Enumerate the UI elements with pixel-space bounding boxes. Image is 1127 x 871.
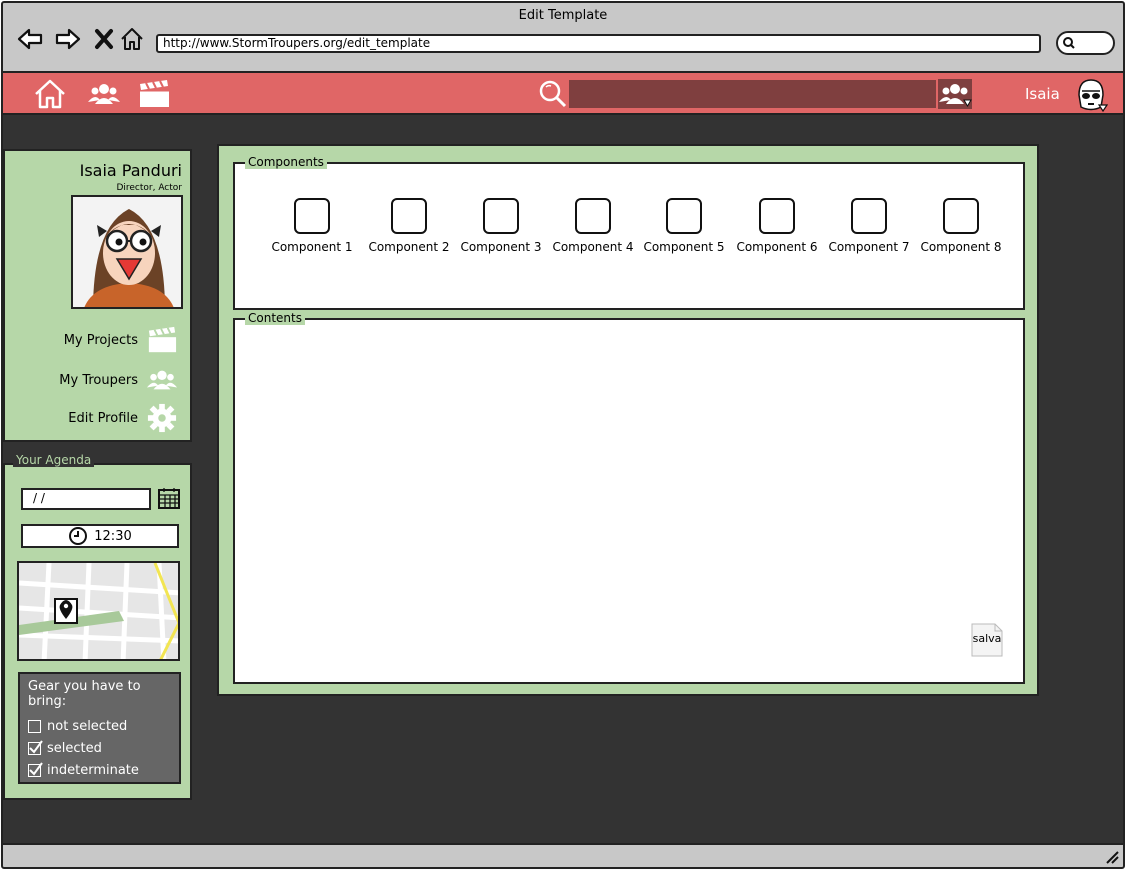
components-fieldset: Components Component 1 Component 2 Compo… (233, 155, 1025, 310)
window-title: Edit Template (518, 8, 608, 23)
home-nav-icon[interactable] (117, 25, 147, 53)
component-3[interactable]: Component 3 (456, 198, 546, 254)
component-box (666, 198, 702, 234)
users-icon (146, 370, 178, 390)
gear-item-label: selected (47, 740, 102, 756)
component-7[interactable]: Component 7 (824, 198, 914, 254)
agenda-legend: Your Agenda (13, 453, 95, 467)
component-label: Component 1 (271, 240, 353, 254)
component-box (851, 198, 887, 234)
edit-profile-label: Edit Profile (68, 410, 138, 426)
component-label: Component 8 (920, 240, 1002, 254)
component-box (575, 198, 611, 234)
component-label: Component 6 (736, 240, 818, 254)
profile-photo (71, 195, 183, 309)
component-label: Component 4 (552, 240, 634, 254)
home-icon[interactable] (33, 78, 67, 110)
users-dropdown-icon (939, 84, 972, 107)
clock-icon (69, 527, 88, 545)
stop-icon[interactable] (89, 25, 119, 53)
profile-role: Director, Actor (116, 183, 182, 193)
url-input[interactable]: http://www.StormTroupers.org/edit_templa… (156, 34, 1041, 53)
gear-title: Gear you have to bring: (28, 679, 141, 709)
my-projects-link[interactable]: My Projects (64, 325, 178, 355)
my-troupers-link[interactable]: My Troupers (59, 365, 178, 395)
map-pin-icon (54, 598, 78, 624)
forward-icon[interactable] (53, 25, 83, 53)
checkbox-unchecked[interactable] (28, 719, 41, 733)
profile-name: Isaia Panduri (79, 161, 182, 180)
browser-search[interactable] (1056, 31, 1115, 55)
gear-checklist: Gear you have to bring: not selected sel… (18, 672, 181, 784)
contents-fieldset[interactable]: Contents salva (233, 311, 1025, 684)
component-4[interactable]: Component 4 (548, 198, 638, 254)
gear-icon (147, 403, 177, 433)
checkbox-checked[interactable] (28, 761, 43, 777)
component-8[interactable]: Component 8 (916, 198, 1006, 254)
components-legend: Components (245, 155, 327, 169)
search-input[interactable] (569, 80, 936, 108)
component-2[interactable]: Component 2 (364, 198, 454, 254)
gear-item-indeterminate[interactable]: indeterminate (28, 759, 171, 781)
user-avatar-icon[interactable] (1074, 77, 1109, 113)
my-troupers-label: My Troupers (59, 372, 138, 388)
template-editor: Components Component 1 Component 2 Compo… (217, 144, 1039, 696)
projects-clapper-icon[interactable] (137, 78, 171, 110)
date-input[interactable]: / / (21, 488, 151, 510)
gear-item-selected[interactable]: selected (28, 737, 171, 759)
gear-item-label: not selected (47, 718, 128, 734)
time-input[interactable]: 12:30 (21, 524, 179, 548)
component-label: Component 3 (460, 240, 542, 254)
status-bar (3, 843, 1123, 867)
component-label: Component 5 (643, 240, 725, 254)
agenda-panel: / / 12:30 Gear you have to bring: not se… (3, 463, 192, 800)
component-box (943, 198, 979, 234)
clapper-icon (148, 326, 177, 353)
component-box (759, 198, 795, 234)
component-box (294, 198, 330, 234)
back-icon[interactable] (15, 25, 45, 53)
location-map[interactable] (17, 561, 180, 661)
search-icon[interactable] (535, 78, 569, 110)
resize-handle-icon[interactable] (1103, 848, 1119, 864)
profile-panel: Isaia Panduri Director, Actor My Project… (3, 149, 192, 442)
component-box (391, 198, 427, 234)
browser-titlebar: Edit Template http://www.StormTroupers.o… (3, 3, 1123, 73)
my-projects-label: My Projects (63, 332, 138, 348)
user-menu-button[interactable] (938, 79, 972, 109)
browser-window: Edit Template http://www.StormTroupers.o… (1, 1, 1125, 869)
save-button[interactable]: salva (969, 622, 1005, 658)
gear-item-not-selected[interactable]: not selected (28, 715, 171, 737)
app-header: Isaia (3, 73, 1123, 115)
time-value: 12:30 (94, 528, 132, 544)
component-5[interactable]: Component 5 (639, 198, 729, 254)
component-label: Component 2 (368, 240, 450, 254)
component-6[interactable]: Component 6 (732, 198, 822, 254)
checkbox-checked[interactable] (28, 739, 43, 755)
component-box (483, 198, 519, 234)
contents-legend: Contents (245, 311, 305, 325)
gear-item-label: indeterminate (47, 762, 139, 778)
calendar-icon[interactable] (157, 486, 181, 510)
component-label: Component 7 (828, 240, 910, 254)
troupers-icon[interactable] (87, 78, 121, 110)
edit-profile-link[interactable]: Edit Profile (68, 403, 178, 433)
search-icon (1063, 37, 1075, 49)
username-label: Isaia (1025, 85, 1060, 103)
component-1[interactable]: Component 1 (267, 198, 357, 254)
save-label: salva (972, 632, 1002, 645)
